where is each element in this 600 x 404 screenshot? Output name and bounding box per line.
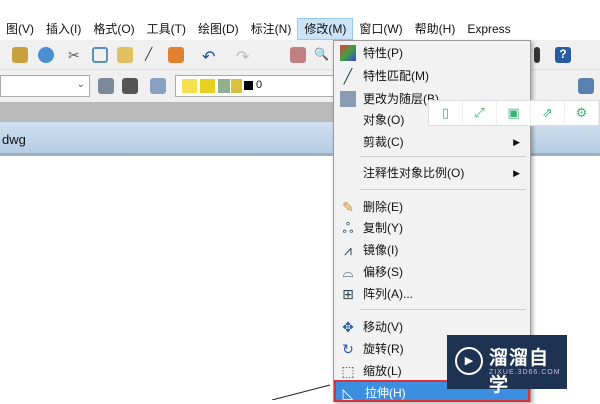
- phone-icon[interactable]: ▯: [429, 101, 463, 125]
- menu-item-array[interactable]: ⊞ 阵列(A)...: [334, 283, 530, 305]
- copy-icon: ஃ: [342, 220, 354, 236]
- share-icon[interactable]: ⇗: [531, 101, 565, 125]
- brush-icon: ╱: [343, 68, 353, 84]
- menu-item-mirror[interactable]: ⩘ 镜像(I): [334, 239, 530, 261]
- submenu-arrow-icon: ▶: [513, 137, 520, 147]
- erase-icon: ✎: [342, 199, 354, 215]
- floating-toolbar: ▯ ⤢ ▣ ⇗ ⚙: [428, 100, 600, 126]
- gear-icon[interactable]: ⚙: [565, 101, 599, 125]
- watermark: ▶ 溜溜自学 ZIXUE.3D66.COM: [447, 335, 567, 396]
- scale-icon: ⬚: [341, 363, 355, 379]
- rotate-icon: ↻: [342, 341, 354, 357]
- menu-item-properties[interactable]: 特性(P): [334, 42, 530, 64]
- bylayer-icon: [340, 91, 356, 107]
- separator: [360, 189, 526, 190]
- menu-item-copy[interactable]: ஃ 复制(Y): [334, 217, 530, 239]
- separator: [360, 156, 526, 157]
- separator: [360, 309, 526, 310]
- mirror-icon: ⩘: [344, 242, 352, 258]
- fullscreen-icon[interactable]: ⤢: [463, 101, 497, 125]
- menu-item-clip[interactable]: 剪裁(C) ▶: [334, 131, 530, 153]
- menu-item-annotative-scale[interactable]: 注释性对象比例(O) ▶: [334, 162, 530, 184]
- offset-icon: ⌓: [342, 264, 354, 280]
- submenu-arrow-icon: ▶: [513, 168, 520, 178]
- menu-item-erase[interactable]: ✎ 删除(E): [334, 196, 530, 218]
- array-icon: ⊞: [342, 286, 354, 302]
- play-icon: ▶: [455, 347, 483, 375]
- menu-item-offset[interactable]: ⌓ 偏移(S): [334, 261, 530, 283]
- move-icon: ✥: [342, 319, 354, 335]
- properties-icon: [340, 45, 356, 61]
- save-icon[interactable]: ▣: [497, 101, 531, 125]
- menu-item-match-properties[interactable]: ╱ 特性匹配(M): [334, 65, 530, 87]
- watermark-url: ZIXUE.3D66.COM: [489, 369, 561, 376]
- stretch-icon: ◺: [342, 385, 354, 401]
